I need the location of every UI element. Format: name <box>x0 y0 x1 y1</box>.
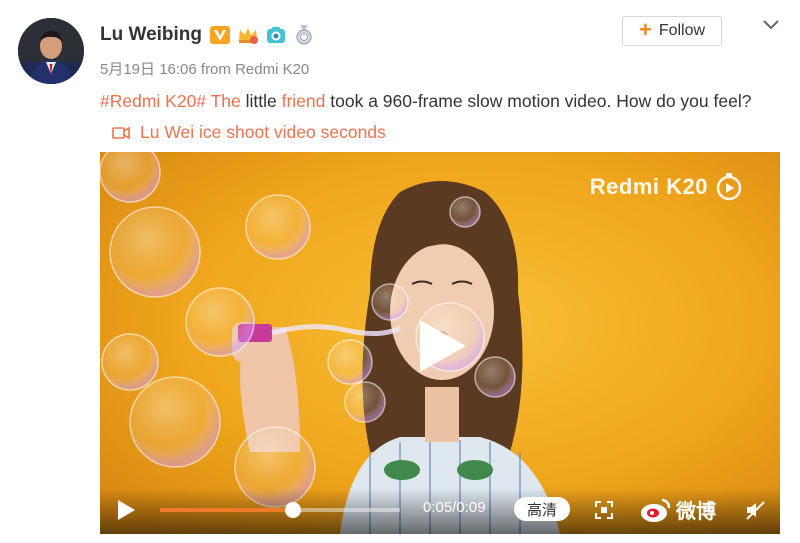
word-friend[interactable]: friend <box>282 91 326 111</box>
post-text: #Redmi K20# The little friend took a 960… <box>100 86 780 150</box>
badge-row <box>209 24 315 46</box>
slow-motion-clock-icon <box>716 173 742 201</box>
avatar[interactable] <box>18 18 84 84</box>
fullscreen-icon[interactable] <box>594 500 614 520</box>
video-link[interactable]: Lu Wei ice shoot video seconds <box>112 117 386 148</box>
author-name[interactable]: Lu Weibing <box>100 24 202 46</box>
mute-icon[interactable] <box>744 499 766 521</box>
redmi-watermark: Redmi K20 <box>590 172 744 202</box>
video-link-icon <box>112 126 130 139</box>
verified-v-icon[interactable] <box>209 24 231 46</box>
watermark-label: Redmi K20 <box>589 174 708 199</box>
progress-fill <box>160 508 294 512</box>
big-play-icon[interactable] <box>412 316 472 376</box>
medal-icon[interactable] <box>293 24 315 46</box>
progress-track[interactable] <box>160 502 400 518</box>
plus-icon: + <box>638 17 652 42</box>
time-readout: 0:05/0:09 <box>423 499 486 516</box>
post-meta: 5月19日 16:06 from Redmi K20 <box>100 61 310 78</box>
follow-button[interactable]: + Follow <box>622 16 722 46</box>
video-link-label: Lu Wei ice shoot video seconds <box>140 122 386 142</box>
word-the[interactable]: The <box>211 91 241 111</box>
follow-label: Follow <box>658 22 706 39</box>
word-little: little <box>240 91 282 111</box>
crown-icon[interactable] <box>237 24 259 46</box>
video-player[interactable]: Redmi K20 0:05/0:09 高清 微博 <box>100 152 780 534</box>
play-icon[interactable] <box>116 499 136 521</box>
post-body: took a 960-frame slow motion video. How … <box>325 91 752 111</box>
weibo-logo[interactable]: 微博 <box>640 495 716 524</box>
weibo-eye-icon <box>641 498 671 522</box>
chevron-down-icon[interactable] <box>760 16 782 34</box>
camera-icon[interactable] <box>265 24 287 46</box>
quality-button[interactable]: 高清 <box>514 497 570 521</box>
weibo-brand-text: 微博 <box>676 501 716 523</box>
hashtag-link[interactable]: #Redmi K20# <box>100 91 206 111</box>
